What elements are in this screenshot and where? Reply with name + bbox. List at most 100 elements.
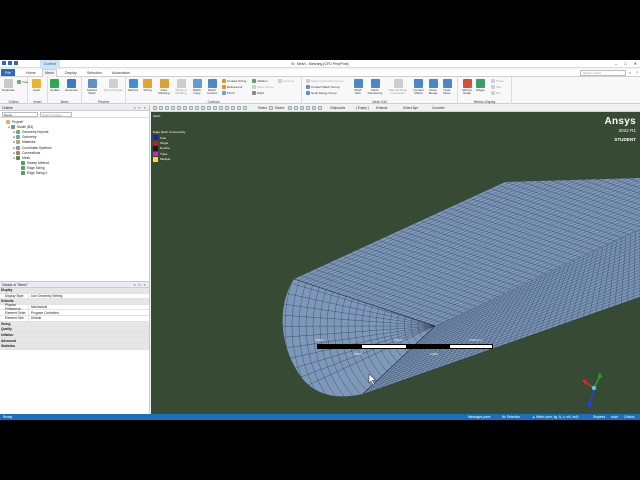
quick-launch-input[interactable]: Quick Launch [580,70,626,76]
close-button[interactable]: ✕ [634,61,637,66]
tree-node[interactable]: Edge Sizing 2 [0,171,149,176]
vertex-filter-icon[interactable] [288,106,292,110]
previous-view-icon[interactable] [195,106,199,110]
sizing-button[interactable]: Sizing [143,79,152,92]
help-icon[interactable]: ? [636,70,638,75]
method-button[interactable]: Method [128,79,138,92]
tree-button[interactable]: Tree [17,80,28,84]
minimize-button[interactable]: – [615,61,617,66]
tab-home[interactable]: Home [24,70,38,76]
body-filter-icon[interactable] [306,106,310,110]
ruler-icon[interactable] [237,106,241,110]
legend-toggle-icon[interactable] [243,106,247,110]
search-icon[interactable]: ⌕ [629,70,631,75]
inflation-button[interactable]: Inflation [252,79,268,83]
magnifier-icon[interactable] [189,106,193,110]
tab-selection[interactable]: Selection [85,70,104,76]
mesh-model[interactable] [151,112,640,414]
camera-icon[interactable] [219,106,223,110]
angle-unit[interactable]: Degrees [593,415,605,419]
ribbon-group-preview: Surface Mesh Source/Target Preview [82,77,126,104]
weld-button[interactable]: Weld [252,91,264,95]
outline-filter-dropdown[interactable]: Name [2,112,38,117]
pinch-button[interactable]: Pinch [222,91,235,95]
section-plane-icon[interactable] [231,106,235,110]
details-pane-buttons[interactable]: ▾ ⊓ ✕ [134,283,147,287]
outline-search-input[interactable]: Search Outline [40,112,72,117]
node-merge-icon [428,79,438,88]
node-filter-icon[interactable] [312,106,316,110]
outline-pane-buttons[interactable]: ▾ ⊓ ✕ [134,106,147,110]
duplicate-button[interactable]: Duplicate [2,79,15,92]
mode-dropdown[interactable]: Mode▾ [275,106,285,110]
generate-button[interactable]: Generate [65,79,78,92]
edges-button[interactable]: Edges [475,79,486,92]
select-mode-icon[interactable] [269,106,273,110]
selection-icon[interactable] [153,106,157,110]
face-filter-icon[interactable] [300,106,304,110]
details-value[interactable]: Default [28,315,149,321]
tab-automation[interactable]: Automation [110,70,132,76]
rotate-icon[interactable] [171,106,175,110]
match-copy-button[interactable]: Match Copy [191,79,203,95]
axis-triad[interactable] [577,368,611,412]
isometric-icon[interactable] [207,106,211,110]
zoom-icon[interactable] [159,106,163,110]
axes-icon[interactable] [213,106,217,110]
details-section[interactable]: Statistics [0,343,149,350]
tab-file[interactable]: File [1,69,15,76]
context-tab[interactable]: Context [40,60,60,69]
mesh-numbering-button[interactable]: Mesh Numbering [366,79,384,95]
metrics-graph-button[interactable]: Metrics Graph [460,79,474,95]
maximize-button[interactable]: □ [624,61,626,66]
mesh-edit-button[interactable]: Mesh Edit [352,79,364,95]
fit-icon[interactable] [177,106,181,110]
graphics-viewport[interactable]: Mesh Edge Mesh Connectivity Free Single Do… [151,112,640,414]
view-settings-icon[interactable] [225,106,229,110]
zoom-box-icon[interactable] [183,106,187,110]
contact-match-button[interactable]: Contact Match [412,79,425,95]
match-control-button[interactable]: Match Control [205,79,219,95]
extend-dropdown[interactable]: Extend▾ [376,106,388,110]
group-label-metrics: Metrics Display [473,100,496,104]
rotation-unit[interactable]: rad/s [611,415,618,419]
insert-button[interactable]: Insert [32,79,41,92]
next-view-icon[interactable] [201,106,205,110]
node-merge-button[interactable]: Node Merge [427,79,439,95]
node-move-button[interactable]: Node Move [441,79,453,95]
details-value[interactable]: Use Geometry Setting [28,293,149,299]
pan-icon[interactable] [165,106,169,110]
contact-match-group-button[interactable]: Contact Match Group [306,85,340,89]
surface-mesh-button[interactable]: Surface Mesh [84,79,100,95]
tab-mesh[interactable]: Mesh [42,69,57,77]
group-label-controls: Controls [207,100,220,104]
select-by-dropdown[interactable]: Select By▾ [403,106,418,110]
edge-filter-icon[interactable] [294,106,298,110]
unit-system[interactable]: ▲ Metric (mm, kg, N, s, mV, mA) [532,415,578,419]
probe-button[interactable]: Probe [491,79,504,83]
connect-button[interactable]: Connect [278,79,294,83]
tab-display[interactable]: Display [63,70,79,76]
details-value[interactable]: Mechanical [28,304,149,310]
convert-dropdown[interactable]: Convert▾ [432,106,445,110]
manual-mesh-connection-button[interactable]: Manual Mesh Connection [386,79,410,95]
clipboard-dropdown[interactable]: Clipboard▾ [330,106,345,110]
mapped-meshing-button[interactable]: Mapped Meshing [173,79,189,95]
contact-sizing-button[interactable]: Contact Sizing [222,79,246,83]
window-title: B : Mesh - Meshing [CFD PrepPost] [291,62,349,66]
node-merge-group-button[interactable]: Node Merge Group [306,91,337,95]
tree-node-icon [16,150,20,155]
element-filter-icon[interactable] [318,106,322,110]
mesh-group-button[interactable]: Mesh Group [252,85,274,89]
refinement-button[interactable]: Refinement [222,85,242,89]
temperature-unit[interactable]: Celsius [624,415,634,419]
mesh-connection-group-button[interactable]: Mesh Connection Group [306,79,344,83]
max-button[interactable]: Max [491,85,502,89]
min-button[interactable]: Min [491,91,501,95]
update-button[interactable]: Update [50,79,60,92]
source-target-button[interactable]: Source/Target [102,79,124,92]
messages-pane-link[interactable]: Messages pane [468,415,491,419]
face-meshing-button[interactable]: Face Meshing [157,79,171,95]
tree-node-label: Materials [22,140,36,145]
details-value[interactable]: Program Controlled [28,310,149,315]
